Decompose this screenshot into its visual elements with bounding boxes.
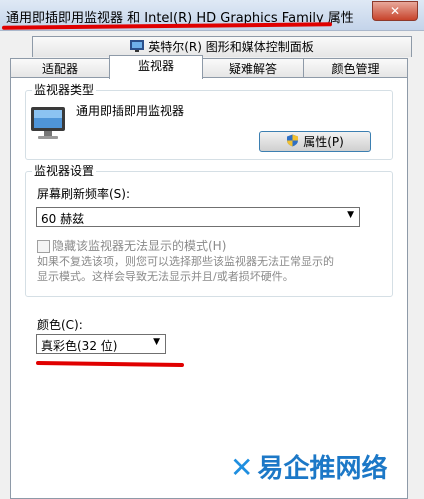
tab-label: 监视器 [137, 59, 174, 73]
hide-modes-checkbox[interactable] [37, 240, 50, 253]
tab-monitor[interactable]: 监视器 [109, 55, 203, 79]
colors-label: 颜色(C): [37, 318, 83, 332]
title-bar: 通用即插即用监视器 和 Intel(R) HD Graphics Family … [0, 0, 424, 31]
monitor-icon [30, 105, 66, 144]
refresh-rate-select[interactable]: 60 赫兹 ▼ [36, 207, 360, 227]
hide-modes-description-line2: 显示模式。这样会导致无法显示并且/或者损坏硬件。 [37, 270, 294, 283]
chevron-down-icon: ▼ [347, 210, 354, 220]
group-legend: 监视器类型 [32, 83, 97, 97]
properties-button-label: 属性(P) [303, 135, 344, 149]
colors-value: 真彩色(32 位) [41, 339, 118, 353]
refresh-rate-label: 屏幕刷新频率(S): [37, 187, 131, 201]
tab-label: 颜色管理 [331, 62, 380, 76]
hide-modes-label: 隐藏该监视器无法显示的模式(H) [52, 239, 227, 253]
close-button[interactable]: ✕ [372, 1, 418, 21]
hide-modes-description-line1: 如果不复选该项，则您可以选择那些该监视器无法正常显示的 [37, 255, 334, 268]
tab-adapter[interactable]: 适配器 [10, 58, 110, 79]
group-legend: 监视器设置 [32, 164, 97, 178]
watermark-x-icon: ✕ [230, 451, 254, 484]
watermark-logo: ✕ 易企推网络 [230, 448, 387, 485]
tab-label: 适配器 [41, 62, 78, 76]
monitor-name: 通用即插即用监视器 [76, 104, 185, 118]
refresh-rate-value: 60 赫兹 [41, 212, 85, 226]
tab-label: 疑难解答 [228, 62, 277, 76]
tab-troubleshoot[interactable]: 疑难解答 [202, 58, 304, 79]
tab-color-management[interactable]: 颜色管理 [303, 58, 408, 79]
watermark-text: 易企推网络 [257, 454, 388, 484]
colors-select[interactable]: 真彩色(32 位) ▼ [36, 334, 166, 354]
uac-shield-icon [286, 134, 299, 150]
properties-button[interactable]: 属性(P) [259, 131, 371, 152]
tab-intel-graphics[interactable]: 英特尔(R) 图形和媒体控制面板 [32, 36, 412, 57]
tab-label: 英特尔(R) 图形和媒体控制面板 [148, 40, 314, 54]
chevron-down-icon: ▼ [153, 337, 160, 347]
